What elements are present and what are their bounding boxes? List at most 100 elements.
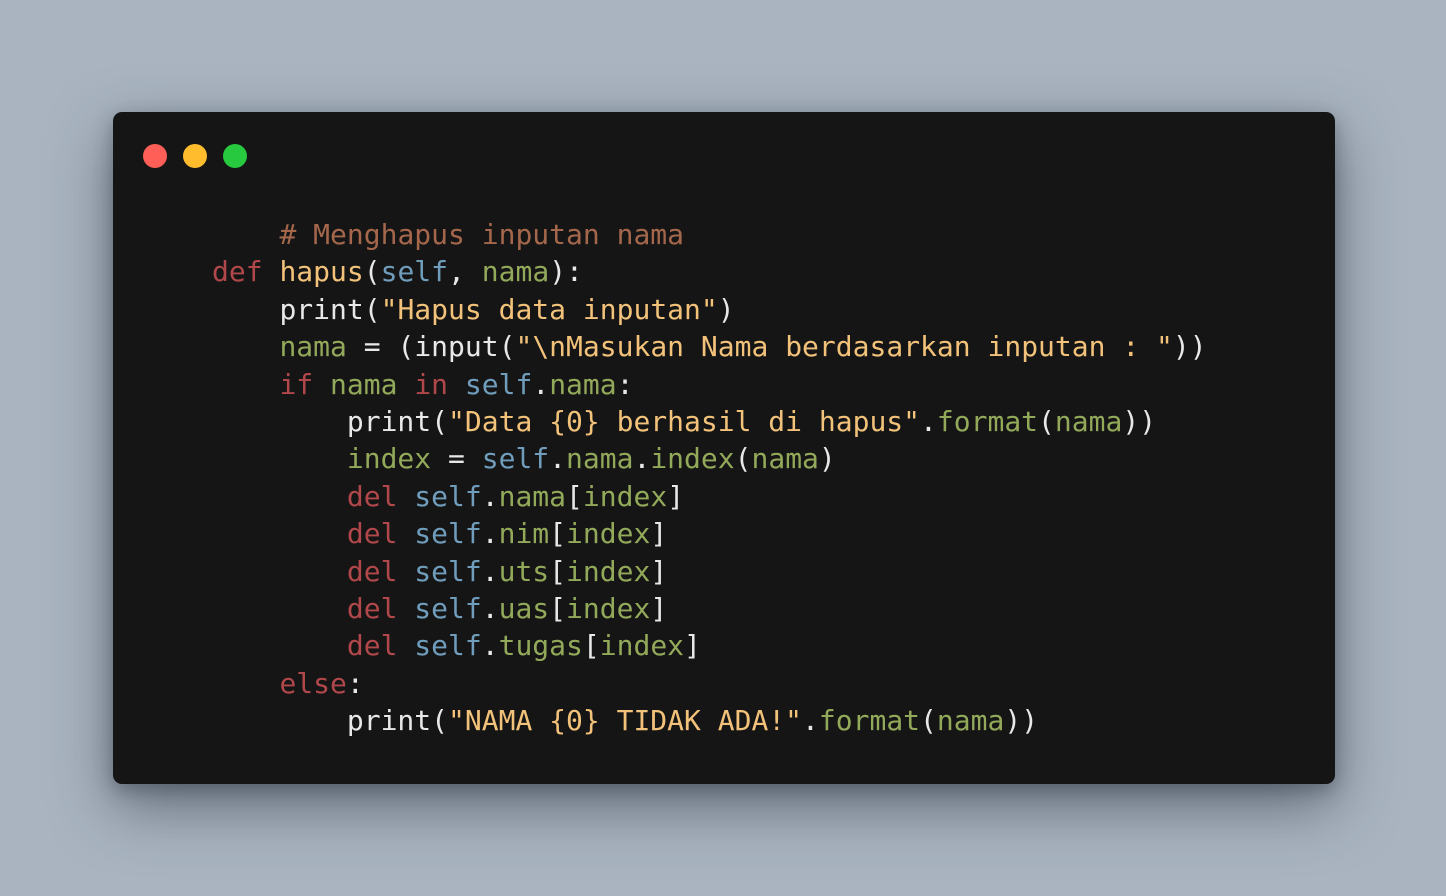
code-token: index [650,442,735,476]
code-token: "\nMasukan Nama berdasarkan inputan : " [515,330,1173,364]
code-token: nama [566,442,634,476]
code-token: ] [650,517,668,551]
code-token: ( [363,292,381,326]
code-token: nama [481,255,550,289]
code-token: del [346,629,398,663]
code-token: nama [330,367,398,401]
code-line: del self.uts[index] [212,553,1207,590]
code-token: [ [549,517,567,551]
code-line: del self.uas[index] [212,590,1207,627]
code-token: . [920,404,937,438]
code-line: del self.nim[index] [212,515,1207,552]
code-token: . [481,479,499,513]
code-token: . [481,554,499,588]
code-token: self [414,591,482,625]
code-token: . [481,591,499,625]
code-token: nama [549,367,617,401]
code-line: index = self.nama.index(nama) [212,440,1207,477]
code-token: ) [818,442,836,476]
code-token: , [448,255,482,289]
code-token: . [532,367,550,401]
minimize-button[interactable] [183,144,207,168]
code-token: def [212,255,263,289]
code-token: = ( [346,330,415,364]
code-block: # Menghapus inputan nama def hapus(self, … [212,216,1207,739]
code-token: else [279,666,347,700]
code-token: index [566,554,651,588]
code-token: )) [1122,404,1157,438]
code-token: ] [650,591,668,625]
code-token: del [346,479,398,513]
code-token: : [616,367,634,401]
code-token: print [346,704,432,738]
code-token: ( [363,255,381,289]
code-token: . [633,442,651,476]
code-token: ] [650,554,668,588]
code-window: # Menghapus inputan nama def hapus(self, … [113,112,1335,784]
code-token: nama [279,330,347,364]
code-token: [ [549,591,567,625]
code-token: uts [498,554,550,588]
code-token: ( [1038,404,1055,438]
code-token: )) [1004,704,1039,738]
code-token: del [346,517,398,551]
maximize-button[interactable] [223,144,247,168]
code-token: in [414,367,449,401]
code-token: nim [498,517,550,551]
code-token: nama [1054,404,1123,438]
code-token: del [346,591,398,625]
code-token: ): [549,255,583,289]
code-token: = [431,442,482,476]
code-token: self [481,442,550,476]
code-token: [ [549,554,567,588]
code-token: self [414,554,482,588]
code-token: format [936,404,1039,438]
code-token: . [549,442,567,476]
code-token: input [414,330,499,364]
code-line: print("Data {0} berhasil di hapus".forma… [212,403,1207,440]
code-token: ) [717,292,735,326]
code-line: def hapus(self, nama): [212,253,1207,290]
code-token: "Data {0} berhasil di hapus" [448,404,921,438]
code-token: nama [498,479,567,513]
code-token: if [279,367,314,401]
code-token: ( [920,704,937,738]
code-token: ( [431,404,449,438]
code-token: . [802,704,819,738]
code-token: ] [684,629,701,663]
code-line: nama = (input("\nMasukan Nama berdasarka… [212,328,1206,365]
code-token: nama [936,704,1005,738]
code-token: ] [667,479,685,513]
code-token: self [464,367,533,401]
window-controls [143,144,247,168]
close-button[interactable] [143,144,167,168]
code-token: "Hapus data inputan" [380,292,718,326]
code-token: . [481,517,499,551]
code-token: # Menghapus inputan nama [279,218,685,251]
code-token: index [566,517,651,551]
code-token: self [414,517,482,551]
code-token: hapus [279,255,364,289]
code-token: self [380,255,449,289]
code-token: self [414,629,482,663]
code-token: ( [498,330,516,364]
code-token: . [481,629,499,663]
code-line: print("NAMA {0} TIDAK ADA!".format(nama)… [212,702,1207,739]
code-line: del self.nama[index] [212,478,1207,515]
code-token: ( [431,704,449,738]
code-token: ( [734,442,752,476]
